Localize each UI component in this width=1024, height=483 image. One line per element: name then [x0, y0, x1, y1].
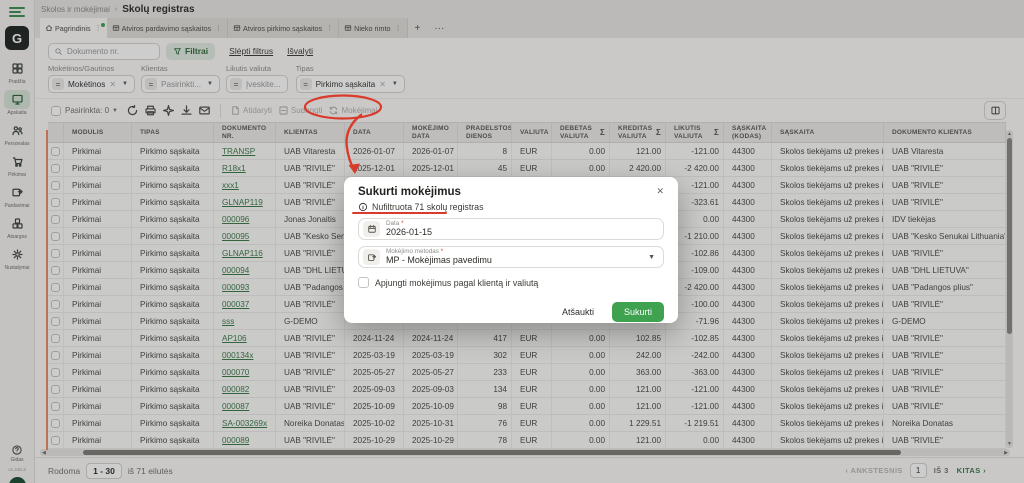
card-icon — [363, 249, 380, 265]
method-field-value: MP - Mokėjimas pavedimu — [386, 255, 492, 266]
calendar-icon — [363, 221, 380, 237]
merge-checkbox[interactable] — [358, 277, 369, 288]
cancel-button[interactable]: Atšaukti — [562, 307, 594, 317]
merge-checkbox-label: Apjungti mokėjimus pagal klientą ir vali… — [375, 278, 538, 288]
create-payments-modal: Sukurti mokėjimus ✕ Nufiltruota 71 skolų… — [344, 177, 678, 323]
payment-method-field[interactable]: Mokėjimo metodas * MP - Mokėjimas pavedi… — [358, 246, 664, 268]
date-field-value: 2026-01-15 — [386, 227, 432, 238]
modal-info: Nufiltruota 71 skolų registras — [358, 202, 664, 212]
submit-button[interactable]: Sukurti — [612, 302, 664, 322]
date-field[interactable]: Data * 2026-01-15 — [358, 218, 664, 240]
close-icon[interactable]: ✕ — [656, 186, 664, 197]
method-field-label: Mokėjimo metodas * — [386, 248, 492, 256]
chevron-down-icon: ▼ — [648, 254, 655, 261]
modal-info-text: Nufiltruota 71 skolų registras — [372, 202, 483, 212]
modal-title: Sukurti mokėjimus — [358, 186, 461, 198]
info-icon — [358, 202, 368, 212]
annotation-underline — [352, 212, 447, 214]
merge-checkbox-row: Apjungti mokėjimus pagal klientą ir vali… — [358, 277, 664, 288]
date-field-label: Data * — [386, 220, 432, 228]
app-root: G PradžiaApskaitaPersonalasPirkimaiParda… — [0, 0, 1024, 483]
